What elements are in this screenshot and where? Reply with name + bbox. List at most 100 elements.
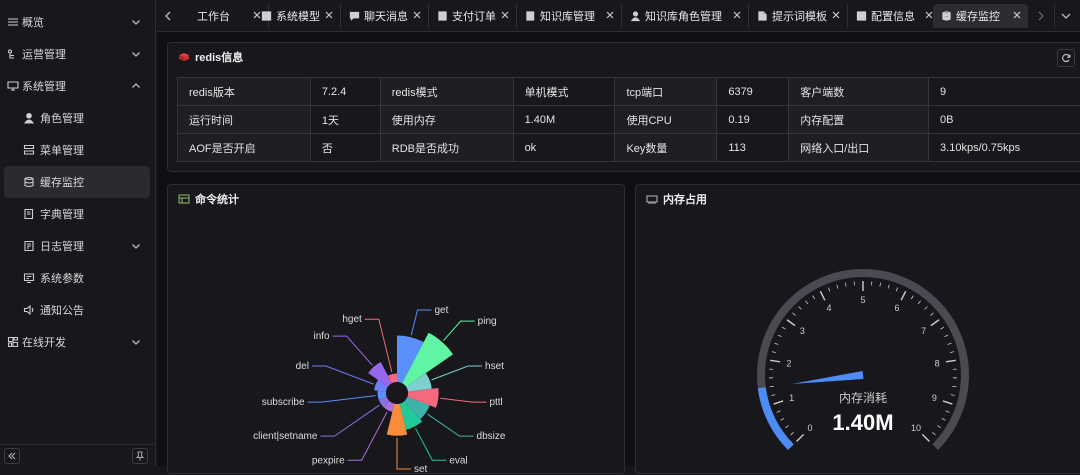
info-key-cell: 网络入口/出口: [789, 134, 929, 162]
tab-icon-wrap: [941, 11, 952, 22]
redis-icon: [178, 51, 190, 63]
info-value-cell: 9: [929, 78, 1080, 106]
gauge-tick: [896, 288, 897, 292]
info-value-cell: 0.19: [717, 106, 789, 134]
info-key-cell: 运行时间: [178, 106, 311, 134]
memory-icon: [646, 193, 658, 205]
refresh-button[interactable]: [1057, 49, 1075, 67]
monitor-icon: [7, 80, 19, 92]
sidebar-item-8[interactable]: 日志管理: [0, 230, 156, 262]
table-row: AOF是否开启否RDB是否成功okKey数量113网络入口/出口3.10kps/…: [178, 134, 1080, 162]
info-key-cell: tcp端口: [615, 78, 717, 106]
sidebar-item-10[interactable]: 通知公告: [0, 294, 156, 326]
chevron-down-icon[interactable]: [130, 48, 142, 60]
gauge-needle: [792, 371, 864, 384]
pin-button[interactable]: [132, 448, 148, 464]
gauge-tick: [787, 320, 795, 326]
gauge-tick: [918, 301, 920, 304]
tab-label: 提示词模板: [772, 8, 827, 24]
gauge-tick-label: 8: [935, 358, 940, 368]
close-icon[interactable]: [1012, 10, 1022, 20]
close-icon[interactable]: [831, 10, 841, 20]
tab-3[interactable]: 聊天消息: [341, 4, 429, 28]
tab-6[interactable]: 知识库角色管理: [622, 4, 749, 28]
gauge-tick: [770, 360, 780, 362]
sidebar-item-1[interactable]: 概览: [0, 6, 156, 38]
pie-label: ping: [478, 316, 497, 327]
tab-scroll-right-button[interactable]: [1030, 4, 1052, 28]
sidebar-item-9[interactable]: 系统参数: [0, 262, 156, 294]
tab-7[interactable]: 提示词模板: [749, 4, 848, 28]
pie-label-line: [440, 398, 486, 402]
pin-icon: [135, 451, 145, 461]
sidebar-item-6[interactable]: 缓存监控: [4, 166, 150, 198]
gauge-tick: [828, 288, 829, 292]
close-icon[interactable]: [324, 10, 334, 20]
book-icon: [23, 208, 35, 220]
tab-8[interactable]: 配置信息: [848, 4, 941, 28]
close-icon[interactable]: [732, 10, 742, 20]
pie-label-line: [411, 310, 431, 335]
gauge-tick: [777, 411, 781, 413]
gauge-tick: [791, 432, 794, 435]
sidebar-item-11[interactable]: 在线开发: [0, 326, 156, 358]
pie-label: hset: [485, 361, 504, 372]
sidebar-item-2[interactable]: 运营管理: [0, 38, 156, 70]
command-stats-header: 命令统计: [178, 185, 239, 213]
tab-icon-wrap: [525, 11, 536, 22]
gauge-tick: [770, 386, 774, 387]
gauge-tick: [931, 313, 934, 316]
pie-label: pexpire: [312, 455, 345, 466]
pie-label: pttl: [489, 397, 502, 408]
sidebar-item-icon-wrap: [22, 271, 36, 285]
pie-label: subscribe: [262, 397, 305, 408]
pie-label: dbsize: [477, 431, 506, 442]
sidebar-item-label: 运营管理: [22, 46, 66, 62]
gauge-tick: [948, 343, 952, 344]
gauge-tick-label: 10: [911, 423, 921, 433]
sidebar-item-7[interactable]: 字典管理: [0, 198, 156, 230]
info-key-cell: RDB是否成功: [380, 134, 513, 162]
tab-4[interactable]: 支付订单: [429, 4, 517, 28]
gauge-tick: [922, 434, 929, 441]
close-icon[interactable]: [412, 10, 422, 20]
gauge-tick: [775, 343, 779, 344]
pie-label-line: [416, 428, 447, 460]
chevron-down-icon[interactable]: [130, 240, 142, 252]
tab-label: 配置信息: [871, 8, 915, 24]
tab-label: 缓存监控: [956, 8, 1000, 24]
collapse-sidebar-button[interactable]: [4, 448, 20, 464]
close-icon[interactable]: [500, 10, 510, 20]
info-key-cell: 使用CPU: [615, 106, 717, 134]
chevron-down-icon[interactable]: [130, 336, 142, 348]
tab-icon-wrap: [437, 11, 448, 22]
model-icon: [261, 10, 272, 22]
info-value-cell: 6379: [717, 78, 789, 106]
gauge-tick: [837, 285, 838, 289]
tab-label: 聊天消息: [364, 8, 408, 24]
tab-9[interactable]: 缓存监控: [933, 4, 1028, 28]
chevron-down-icon[interactable]: [130, 16, 142, 28]
gauge-tick: [901, 291, 906, 300]
sidebar-item-3[interactable]: 系统管理: [0, 70, 156, 102]
gauge-tick: [805, 301, 807, 304]
chevron-up-icon[interactable]: [130, 80, 142, 92]
tab-2[interactable]: 系统模型: [253, 4, 341, 28]
gauge-tick: [952, 386, 956, 387]
tab-label: 知识库角色管理: [645, 8, 722, 24]
pie-label-line: [312, 366, 374, 384]
sidebar-item-label: 角色管理: [40, 110, 84, 126]
gauge-tick: [781, 418, 785, 420]
tab-5[interactable]: 知识库管理: [517, 4, 622, 28]
tree-icon: [7, 48, 19, 60]
close-icon[interactable]: [605, 10, 615, 20]
gauge-tick: [946, 411, 950, 413]
tab-scroll-left-button[interactable]: [157, 4, 179, 28]
tab-menu-button[interactable]: [1054, 4, 1076, 28]
main-content: redis信息 redis版本7.2.4redis模式单机模式tcp端口6379…: [157, 32, 1080, 466]
tab-icon-wrap: [757, 11, 768, 22]
sidebar-item-5[interactable]: 菜单管理: [0, 134, 156, 166]
gauge-tick: [942, 418, 946, 420]
tab-label: 支付订单: [452, 8, 496, 24]
sidebar-item-4[interactable]: 角色管理: [0, 102, 156, 134]
